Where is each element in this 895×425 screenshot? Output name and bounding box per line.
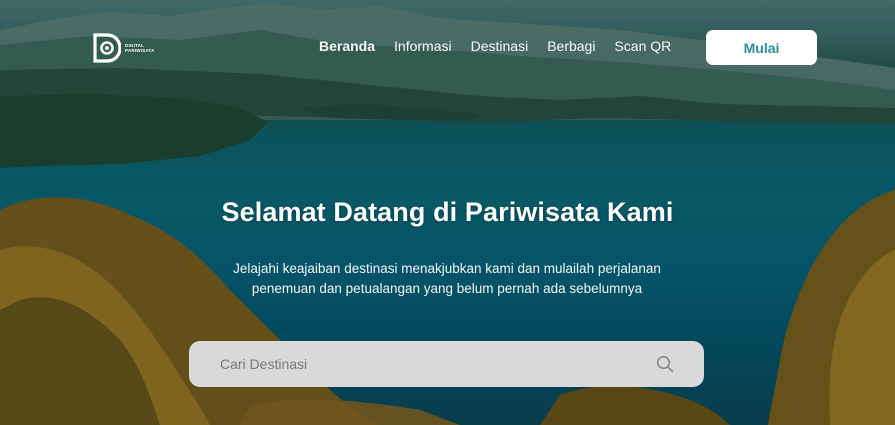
nav-item-destinasi[interactable]: Destinasi [471,38,529,54]
brand-name-line2: PARIWISATA [125,48,155,53]
start-button[interactable]: Mulai [706,30,817,65]
hero-subtitle-line1: Jelajahi keajaiban destinasi menakjubkan… [233,261,661,276]
search-bar[interactable] [189,341,704,387]
nav-item-scan-qr[interactable]: Scan QR [614,38,671,54]
page-title: Selamat Datang di Pariwisata Kami [221,197,674,227]
brand-logo[interactable]: DIGITAL PARIWISATA [93,33,155,63]
brand-name: DIGITAL PARIWISATA [125,43,155,53]
search-icon[interactable] [656,355,674,373]
nav-item-beranda[interactable]: Beranda [319,38,375,54]
nav-item-berbagi[interactable]: Berbagi [547,38,595,54]
hero-subtitle: Jelajahi keajaiban destinasi menakjubkan… [207,259,687,299]
search-input[interactable] [220,356,656,372]
logo-icon [93,33,121,63]
nav-item-informasi[interactable]: Informasi [394,38,452,54]
hero-section: DIGITAL PARIWISATA Beranda Informasi Des… [0,0,895,425]
main-nav: Beranda Informasi Destinasi Berbagi Scan… [319,38,690,54]
hero-subtitle-line2: penemuan dan petualangan yang belum pern… [251,281,643,296]
